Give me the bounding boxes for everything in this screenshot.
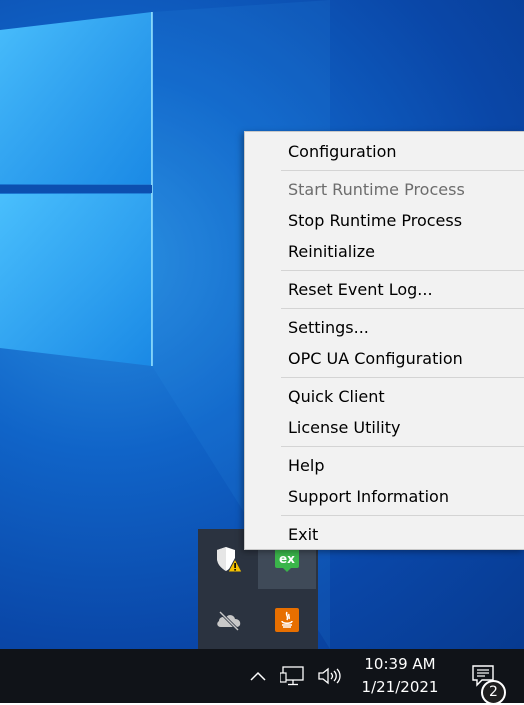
network-icon[interactable] — [279, 663, 307, 689]
menu-separator — [281, 515, 524, 516]
menu-item-support-information[interactable]: Support Information — [245, 481, 524, 512]
menu-item-configuration[interactable]: Configuration — [245, 136, 524, 167]
menu-separator — [281, 170, 524, 171]
onedrive-offline-icon[interactable] — [200, 591, 258, 649]
menu-separator — [281, 308, 524, 309]
menu-item-reset-event-log[interactable]: Reset Event Log... — [245, 274, 524, 305]
menu-separator — [281, 270, 524, 271]
notification-count-badge: 2 — [481, 680, 506, 705]
menu-item-start-runtime-process: Start Runtime Process — [288, 180, 465, 199]
menu-item-license-utility[interactable]: License Utility — [245, 412, 524, 443]
clock-time: 10:39 AM — [364, 655, 436, 673]
menu-item-settings[interactable]: Settings... — [245, 312, 524, 343]
show-hidden-icons-chevron-icon[interactable] — [246, 665, 270, 687]
menu-item-help[interactable]: Help — [245, 450, 524, 481]
clock-date: 1/21/2021 — [361, 678, 439, 696]
menu-item-quick-client[interactable]: Quick Client — [245, 381, 524, 412]
taskbar: 10:39 AM 1/21/2021 — [0, 649, 524, 703]
volume-icon[interactable] — [315, 663, 345, 689]
menu-item-reinitialize[interactable]: Reinitialize — [245, 236, 524, 267]
menu-separator — [281, 377, 524, 378]
svg-text:ex: ex — [279, 552, 295, 566]
menu-item-stop-runtime-process[interactable]: Stop Runtime Process — [245, 205, 524, 236]
menu-item-opc-ua-configuration[interactable]: OPC UA Configuration — [245, 343, 524, 374]
menu-item-exit[interactable]: Exit — [245, 519, 524, 550]
tray-context-menu: Configuration Start Runtime Process Stop R… — [244, 131, 524, 550]
java-update-icon[interactable] — [258, 591, 316, 649]
menu-separator — [281, 446, 524, 447]
taskbar-clock[interactable]: 10:39 AM 1/21/2021 — [352, 653, 448, 699]
